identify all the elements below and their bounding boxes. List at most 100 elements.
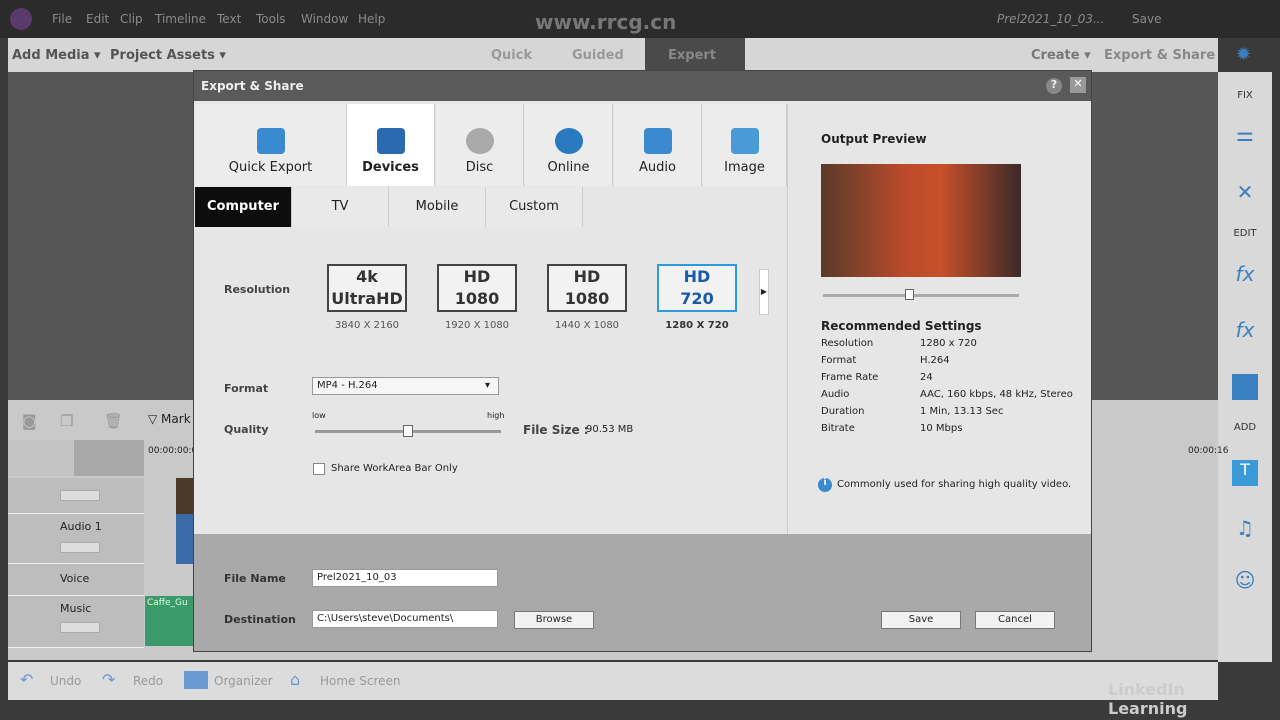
subtab-tv[interactable]: TV [292,187,389,227]
format-select[interactable]: MP4 - H.264 ▾ [312,377,499,395]
recommended-settings-title: Recommended Settings [821,319,982,333]
create-dropdown[interactable]: Create ▾ [1031,48,1091,63]
dialog-titlebar: Export & Share ? ✕ [194,71,1091,101]
trash-icon[interactable]: 🗑 [104,412,123,430]
save-button[interactable]: Save [881,611,961,629]
menu-edit[interactable]: Edit [86,12,109,26]
menu-help[interactable]: Help [358,12,385,26]
destination-input[interactable]: C:\Users\steve\Documents\ [312,610,498,628]
music-icon[interactable]: ♫ [1232,516,1258,542]
setting-key: Bitrate [821,423,855,434]
applied-effects-icon[interactable]: fx [1232,318,1258,344]
home-icon[interactable]: ⌂ [290,670,300,689]
menu-window[interactable]: Window [301,12,348,26]
export-share-button[interactable]: Export & Share [1104,48,1215,63]
tab-image[interactable]: Image [703,104,787,186]
track-name: Music [60,602,92,615]
setting-value: 10 Mbps [920,423,963,434]
dialog-title: Export & Share [201,79,304,93]
preview-scrubber[interactable] [823,294,1019,297]
save-project-button[interactable]: Save [1132,12,1161,26]
workarea-checkbox[interactable] [313,463,325,475]
effects-icon[interactable]: fx [1232,262,1258,288]
subtab-mobile[interactable]: Mobile [389,187,486,227]
tab-label: Disc [465,160,494,175]
keyframe-controls[interactable] [60,490,100,501]
timecode-right: 00:00:16 [1188,446,1229,456]
quality-slider-thumb[interactable] [403,425,413,437]
filename-input[interactable]: Prel2021_10_03 [312,569,498,587]
cancel-button[interactable]: Cancel [975,611,1055,629]
menu-timeline[interactable]: Timeline [155,12,206,26]
scroll-right-arrow[interactable]: ▶ [759,269,769,315]
mode-quick[interactable]: Quick [491,48,532,63]
organizer-button[interactable]: Organizer [214,674,273,688]
transitions-icon[interactable] [1232,374,1258,400]
home-screen-button[interactable]: Home Screen [320,674,401,688]
track-music: Music [8,596,144,648]
undo-button[interactable]: Undo [50,674,81,688]
keyframe-controls[interactable] [60,622,100,633]
quality-label: Quality [224,423,269,436]
music-clip[interactable]: Caffe_Gu [145,596,193,646]
titles-icon[interactable]: T [1232,460,1258,486]
tools-icon[interactable]: ✕ [1232,180,1258,206]
mode-expert[interactable]: Expert [645,38,745,72]
gear-icon[interactable]: ✹ [1236,44,1251,65]
redo-icon[interactable]: ↷ [102,670,115,689]
menu-file[interactable]: File [52,12,72,26]
audio-waveform-icon[interactable] [74,440,144,476]
setting-value: AAC, 160 kbps, 48 kHz, Stereo [920,389,1073,400]
resolution-hd1080-1920[interactable]: HD 1080 [437,264,517,312]
video-clip[interactable] [176,478,194,514]
subtab-custom[interactable]: Custom [486,187,583,227]
resolution-hd1080-1440[interactable]: HD 1080 [547,264,627,312]
mode-guided[interactable]: Guided [572,48,624,63]
menu-text[interactable]: Text [217,12,241,26]
audio-clip[interactable] [176,514,194,564]
marker-button[interactable]: ▽ Mark [148,412,191,426]
undo-icon[interactable]: ↶ [20,670,33,689]
tab-label: Quick Export [228,160,313,175]
quick-export-icon [256,128,285,154]
tab-quick-export[interactable]: Quick Export [195,104,347,186]
browse-button[interactable]: Browse [514,611,594,629]
workarea-label: Share WorkArea Bar Only [331,463,458,474]
chevron-down-icon: ▾ [484,380,490,391]
close-button[interactable]: ✕ [1070,77,1086,93]
preview-scrubber-thumb[interactable] [905,289,914,300]
tab-audio[interactable]: Audio [614,104,702,186]
quality-low: low [312,411,326,420]
resolution-4k[interactable]: 4k UltraHD [327,264,407,312]
subtab-computer[interactable]: Computer [195,187,292,227]
redo-button[interactable]: Redo [133,674,163,688]
project-assets-dropdown[interactable]: Project Assets ▾ [110,48,226,63]
resolution-caption: 3840 X 2160 [334,320,400,331]
linkedin-logo: LinkedIn Learning [1108,680,1188,718]
tab-disc[interactable]: Disc [436,104,524,186]
track-settings-icon[interactable] [8,440,74,476]
add-media-dropdown[interactable]: Add Media ▾ [12,48,101,63]
keyframe-controls[interactable] [60,542,100,553]
disc-icon [465,128,494,154]
resolution-hd720[interactable]: HD 720 [657,264,737,312]
info-text: Commonly used for sharing high quality v… [837,479,1072,490]
menu-clip[interactable]: Clip [120,12,143,26]
tab-label: Online [547,160,590,175]
filesize-value: 90.53 MB [586,424,634,435]
help-button[interactable]: ? [1046,78,1062,94]
copy-icon[interactable]: ❐ [60,412,73,430]
graphics-icon[interactable]: ☺ [1232,568,1258,594]
camera-icon[interactable]: ◙ [22,412,37,430]
adjust-icon[interactable]: ⚌ [1232,122,1258,148]
resolution-caption: 1280 X 720 [665,320,729,331]
menu-bar: File Edit Clip Timeline Text Tools Windo… [0,0,1280,38]
globe-icon [554,128,583,154]
filesize-label: File Size : [523,423,589,437]
tab-devices[interactable]: Devices [347,104,435,186]
tab-online[interactable]: Online [525,104,613,186]
quality-high: high [487,411,505,420]
top-toolbar: Add Media ▾ Project Assets ▾ Quick Guide… [8,38,1251,72]
menu-tools[interactable]: Tools [256,12,286,26]
organizer-icon[interactable] [184,671,208,689]
